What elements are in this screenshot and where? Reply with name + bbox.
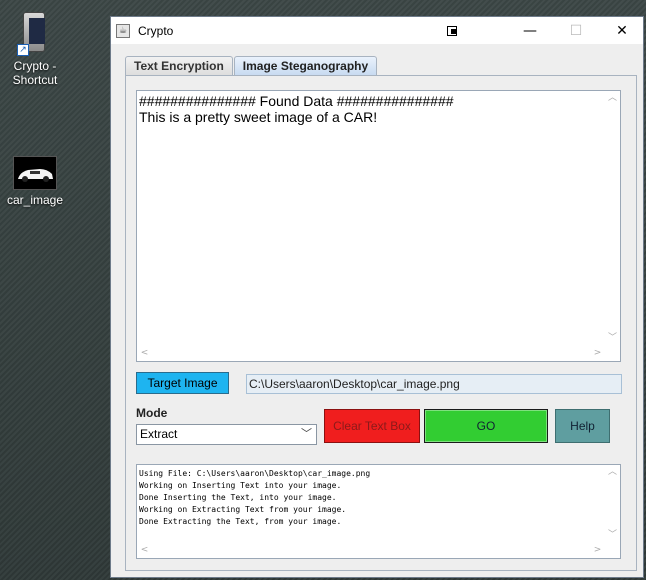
target-image-button[interactable]: Target Image	[136, 372, 229, 394]
scroll-right-icon[interactable]: >	[590, 346, 605, 361]
crypto-window: ☕ Crypto — ☐ ✕ Text Encryption Image Ste…	[110, 16, 644, 578]
desktop-icon-label: Crypto - Shortcut	[12, 59, 58, 87]
close-button[interactable]: ✕	[599, 17, 645, 44]
found-data-textarea[interactable]: ############### Found Data #############…	[136, 90, 621, 362]
scroll-left-icon[interactable]: <	[137, 543, 152, 558]
tab-text-encryption[interactable]: Text Encryption	[125, 56, 233, 76]
app-icon: ☕	[116, 23, 130, 38]
image-steganography-panel: ############### Found Data #############…	[125, 75, 637, 571]
scroll-down-icon[interactable]: ﹀	[605, 331, 620, 346]
title-bar[interactable]: ☕ Crypto — ☐ ✕	[111, 17, 643, 44]
horizontal-scrollbar[interactable]: < >	[137, 346, 605, 361]
vertical-scrollbar[interactable]: ︿ ﹀	[605, 91, 620, 346]
target-path-field: C:\Users\aaron\Desktop\car_image.png	[246, 374, 622, 394]
chevron-down-icon: ﹀	[301, 428, 312, 440]
found-data-text[interactable]: ############### Found Data #############…	[139, 93, 605, 346]
window-client: Text Encryption Image Steganography ####…	[111, 44, 643, 577]
log-horizontal-scrollbar[interactable]: < >	[137, 543, 605, 558]
desktop-icon-crypto-shortcut[interactable]: ↗ Crypto - Shortcut	[0, 12, 70, 87]
desktop-icon-label: car_image	[6, 193, 64, 207]
mode-label: Mode	[136, 406, 168, 420]
scroll-left-icon[interactable]: <	[137, 346, 152, 361]
log-text: Using File: C:\Users\aaron\Desktop\car_i…	[139, 469, 371, 526]
shortcut-arrow-icon: ↗	[17, 44, 29, 56]
scroll-up-icon[interactable]: ︿	[605, 91, 620, 106]
tab-image-steganography[interactable]: Image Steganography	[233, 56, 378, 76]
mode-selected-value: Extract	[140, 427, 178, 441]
tab-bar: Text Encryption Image Steganography	[125, 56, 378, 76]
scroll-up-icon[interactable]: ︿	[605, 465, 620, 480]
clear-text-box-button[interactable]: Clear Text Box	[324, 409, 420, 443]
scroll-right-icon[interactable]: >	[590, 543, 605, 558]
snap-icon[interactable]	[447, 24, 459, 36]
crypto-app-icon: ↗	[17, 12, 49, 56]
desktop-icon-car-image[interactable]: car_image	[0, 156, 70, 207]
mode-select[interactable]: Extract ﹀	[136, 424, 317, 445]
log-vertical-scrollbar[interactable]: ︿ ﹀	[605, 465, 620, 543]
window-title: Crypto	[138, 23, 174, 38]
log-textarea[interactable]: Using File: C:\Users\aaron\Desktop\car_i…	[136, 464, 621, 559]
go-button[interactable]: GO	[424, 409, 548, 443]
minimize-button[interactable]: —	[507, 17, 553, 44]
maximize-button[interactable]: ☐	[553, 17, 599, 44]
help-button[interactable]: Help	[555, 409, 610, 443]
car-thumbnail-icon	[13, 156, 57, 190]
scroll-down-icon[interactable]: ﹀	[605, 528, 620, 543]
